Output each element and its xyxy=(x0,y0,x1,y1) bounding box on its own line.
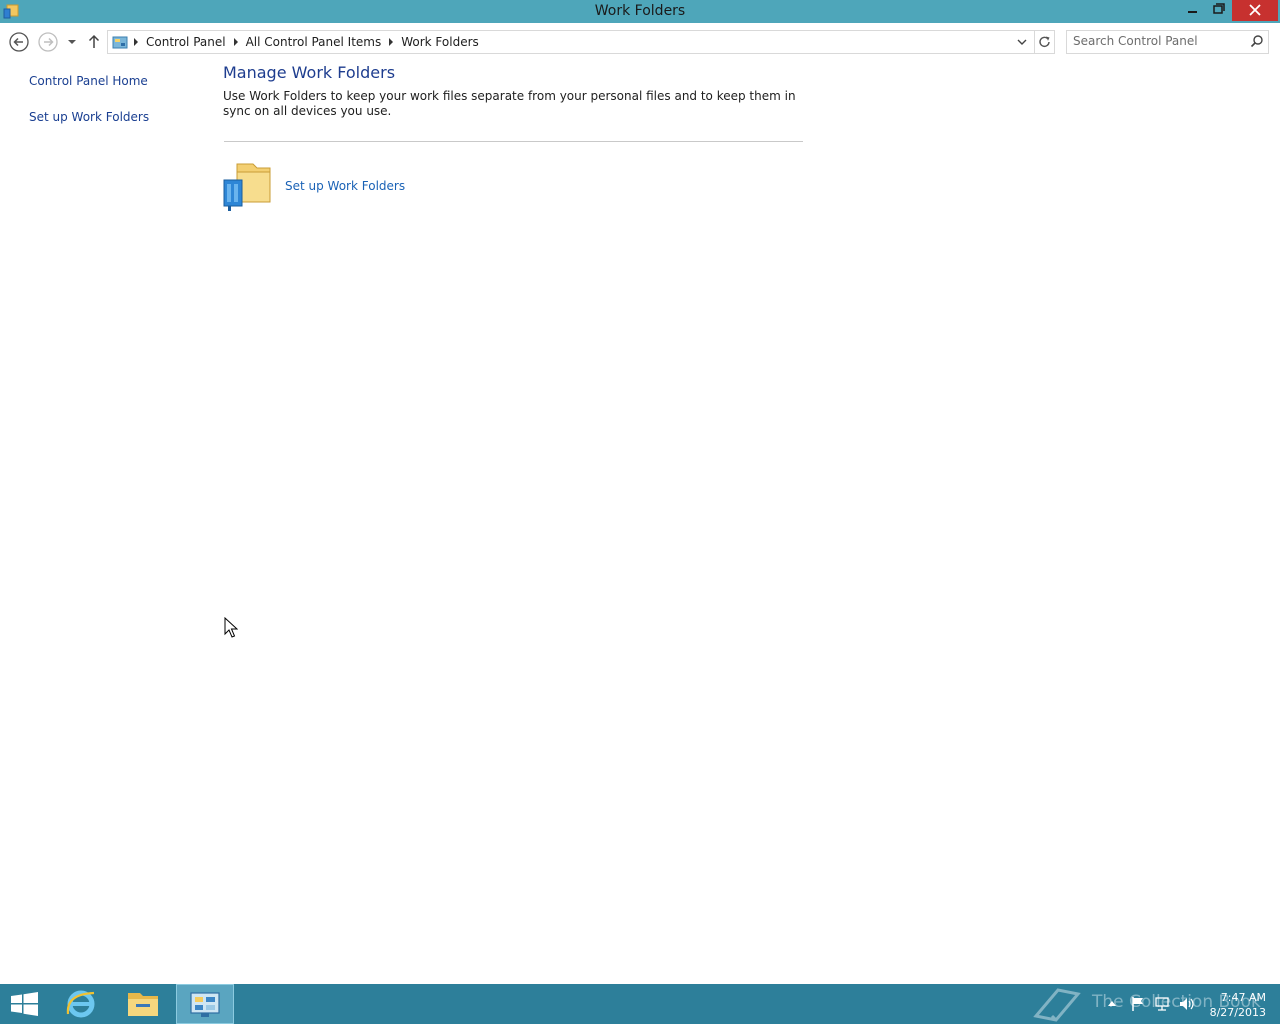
window-title: Work Folders xyxy=(594,3,686,19)
internet-explorer-taskbar-button[interactable] xyxy=(52,984,110,1024)
clock-date: 8/27/2013 xyxy=(1209,1006,1266,1019)
refresh-icon xyxy=(1039,36,1050,48)
control-panel-icon xyxy=(190,992,220,1017)
file-explorer-taskbar-button[interactable] xyxy=(114,984,172,1024)
internet-explorer-icon xyxy=(66,990,95,1018)
close-button[interactable] xyxy=(1232,0,1278,21)
forward-arrow-icon xyxy=(38,32,58,52)
volume-icon[interactable] xyxy=(1178,996,1196,1012)
page-title: Manage Work Folders xyxy=(223,63,396,82)
title-bar[interactable]: Work Folders xyxy=(0,0,1280,23)
start-icon xyxy=(11,992,38,1016)
page-description: Use Work Folders to keep your work files… xyxy=(223,89,796,118)
control-panel-taskbar-button[interactable] xyxy=(176,984,234,1024)
minimize-icon xyxy=(1188,11,1197,13)
restore-button[interactable] xyxy=(1205,0,1231,21)
chevron-down-icon xyxy=(68,40,76,44)
breadcrumb-control-panel[interactable]: Control Panel xyxy=(142,35,230,49)
clock-time: 7:47 AM xyxy=(1220,991,1266,1004)
search-icon[interactable] xyxy=(1250,34,1264,48)
set-up-work-folders-sidebar-link[interactable]: Set up Work Folders xyxy=(29,110,149,124)
breadcrumb-separator-icon[interactable] xyxy=(233,38,238,46)
back-arrow-icon xyxy=(9,32,29,52)
taskbar-clock[interactable]: 7:47 AM 8/27/2013 xyxy=(1200,990,1266,1020)
search-input[interactable] xyxy=(1073,33,1243,49)
breadcrumb-all-control-panel-items[interactable]: All Control Panel Items xyxy=(242,35,386,49)
up-button[interactable] xyxy=(85,31,103,53)
recent-locations-button[interactable] xyxy=(64,31,80,53)
refresh-button[interactable] xyxy=(1034,31,1055,53)
work-folders-icon[interactable] xyxy=(223,162,271,212)
close-icon xyxy=(1249,4,1261,16)
start-button[interactable] xyxy=(0,984,50,1024)
file-explorer-icon xyxy=(128,993,158,1016)
system-tray xyxy=(1100,984,1200,1024)
left-navigation-pane: Control Panel Home Set up Work Folders xyxy=(0,59,205,984)
navigation-bar: Control Panel All Control Panel Items Wo… xyxy=(0,23,1280,59)
forward-button[interactable] xyxy=(37,31,59,53)
show-hidden-icons-icon[interactable] xyxy=(1106,996,1118,1010)
control-panel-icon xyxy=(112,36,128,49)
minimize-button[interactable] xyxy=(1179,0,1205,21)
breadcrumb-work-folders[interactable]: Work Folders xyxy=(397,35,483,49)
book-icon xyxy=(1033,988,1081,1022)
address-bar[interactable]: Control Panel All Control Panel Items Wo… xyxy=(107,30,1055,54)
back-button[interactable] xyxy=(8,31,30,53)
breadcrumb-separator-icon[interactable] xyxy=(389,38,394,46)
divider xyxy=(224,141,803,142)
address-dropdown-icon[interactable] xyxy=(1014,35,1030,49)
network-icon[interactable] xyxy=(1154,996,1170,1012)
control-panel-home-link[interactable]: Control Panel Home xyxy=(29,74,148,88)
search-box[interactable] xyxy=(1066,30,1269,54)
action-center-flag-icon[interactable] xyxy=(1130,996,1146,1012)
restore-icon xyxy=(1213,3,1225,14)
up-arrow-icon xyxy=(88,34,100,48)
breadcrumb-separator-icon[interactable] xyxy=(134,38,138,46)
set-up-work-folders-link[interactable]: Set up Work Folders xyxy=(285,179,405,193)
taskbar: The Collection Book 7:47 AM 8/27/2013 xyxy=(0,984,1280,1024)
mouse-cursor-icon xyxy=(224,617,238,638)
